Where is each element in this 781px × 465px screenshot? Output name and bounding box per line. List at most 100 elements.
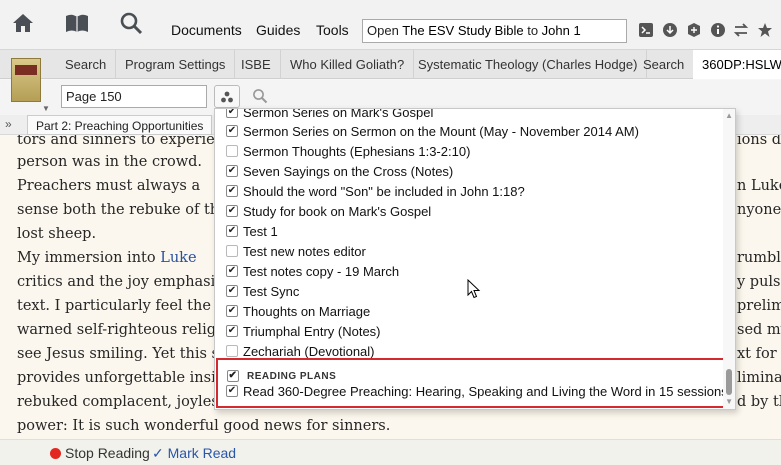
dropdown-scrollbar[interactable]: ▲ ▼ bbox=[723, 109, 735, 409]
text-fragment-right: xt for a bbox=[737, 346, 781, 362]
list-item-label: Zechariah (Devotional) bbox=[243, 343, 375, 359]
main-toolbar: Documents Guides Tools Open The ESV Stud… bbox=[0, 0, 781, 50]
text-fragment-right: nyone bbox=[737, 202, 781, 218]
text-fragment-right: rumbl bbox=[737, 250, 781, 266]
tab-search[interactable]: Search bbox=[56, 50, 117, 79]
library-icon[interactable] bbox=[62, 8, 92, 38]
tab-search-2[interactable]: Search bbox=[634, 50, 695, 79]
text-fragment-right: sed my bbox=[737, 322, 781, 338]
menu-documents[interactable]: Documents bbox=[171, 22, 242, 38]
checkbox[interactable]: ✔ bbox=[226, 125, 238, 137]
list-item[interactable]: Sermon Thoughts (Ephesians 1:3-2:10) bbox=[226, 141, 470, 161]
favorites-star-icon[interactable] bbox=[756, 21, 774, 39]
info-icon[interactable] bbox=[709, 21, 727, 39]
list-item-label: Study for book on Mark's Gospel bbox=[243, 203, 432, 219]
scroll-down-icon[interactable]: ▼ bbox=[725, 397, 733, 406]
tab-program-settings[interactable]: Program Settings bbox=[116, 50, 236, 79]
chevron-down-icon[interactable]: ▼ bbox=[42, 104, 50, 113]
text-line: sense both the rebuke of the bbox=[17, 202, 228, 218]
text-line: rebuked complacent, joyless bbox=[17, 394, 227, 410]
list-item-label: Test new notes editor bbox=[243, 243, 366, 259]
list-item-label: Seven Sayings on the Cross (Notes) bbox=[243, 163, 454, 179]
checkbox[interactable] bbox=[226, 245, 238, 257]
scrollbar-thumb[interactable] bbox=[726, 369, 732, 395]
text-line: warned self-righteous religi bbox=[17, 322, 221, 338]
checkmark-icon: ✓ bbox=[152, 445, 164, 461]
luke-link[interactable]: Luke bbox=[160, 250, 196, 266]
page-reference-input[interactable]: Page 150 bbox=[61, 85, 207, 108]
reading-plan-bar: Stop Reading ✓ Mark Read bbox=[0, 439, 781, 465]
mark-read-label: Mark Read bbox=[167, 445, 237, 461]
scroll-up-icon[interactable]: ▲ bbox=[725, 111, 733, 120]
list-item[interactable]: ✔ Test Sync bbox=[226, 281, 299, 301]
tab-isbe[interactable]: ISBE bbox=[232, 50, 281, 79]
tab-360dp-hslw[interactable]: 360DP:HSLW bbox=[693, 50, 781, 79]
checkbox[interactable]: ✔ bbox=[226, 285, 238, 297]
home-icon[interactable] bbox=[8, 8, 38, 38]
list-item[interactable]: ✔ Triumphal Entry (Notes) bbox=[226, 321, 381, 341]
list-item[interactable]: ✔ Sermon Series on Sermon on the Mount (M… bbox=[226, 121, 639, 141]
mark-read-button[interactable]: ✓ Mark Read bbox=[152, 445, 236, 462]
menu-tools[interactable]: Tools bbox=[316, 22, 349, 38]
list-item[interactable]: ✔ Seven Sayings on the Cross (Notes) bbox=[226, 161, 454, 181]
tab-systematic-theology[interactable]: Systematic Theology (Charles Hodge) bbox=[409, 50, 648, 79]
list-item-label: Thoughts on Marriage bbox=[243, 303, 371, 319]
download-icon[interactable] bbox=[661, 21, 679, 39]
go-box-mid: to bbox=[523, 23, 542, 38]
list-item[interactable]: ✔ Sermon Series on Mark's Gospel bbox=[226, 108, 434, 122]
checkbox[interactable]: ✔ bbox=[226, 109, 238, 118]
sync-icon[interactable] bbox=[732, 21, 750, 39]
text-fragment-right: ions de bbox=[737, 135, 781, 148]
text-fragment-start: n Luke bbox=[737, 178, 781, 194]
checkbox[interactable]: ✔ bbox=[226, 165, 238, 177]
list-item[interactable]: ✔ Test notes copy - 19 March bbox=[226, 261, 399, 281]
tab-who-killed-goliath[interactable]: Who Killed Goliath? bbox=[281, 50, 415, 79]
checkbox[interactable]: ✔ bbox=[226, 225, 238, 237]
panel-tab-bar: Search Program Settings ISBE Who Killed … bbox=[0, 50, 781, 79]
menu-guides[interactable]: Guides bbox=[256, 22, 300, 38]
reading-plan-label: Read 360-Degree Preaching: Hearing, Spea… bbox=[243, 383, 728, 399]
text-line: power: It is such wonderful good news fo… bbox=[17, 418, 391, 434]
checkbox[interactable] bbox=[226, 145, 238, 157]
text-fragment-right: n Luke bbox=[737, 174, 781, 198]
visual-filter-dropdown: ✔ Sermon Series on Mark's Gospel ✔ Sermon … bbox=[214, 108, 736, 410]
go-box-book: The ESV Study Bible bbox=[402, 23, 524, 38]
command-icon[interactable] bbox=[637, 21, 655, 39]
checkbox[interactable]: ✔ bbox=[226, 325, 238, 337]
text-line: critics and the joy emphasiz bbox=[17, 274, 223, 290]
checkbox[interactable]: ✔ bbox=[226, 185, 238, 197]
expand-toc-icon[interactable]: » bbox=[5, 117, 12, 131]
search-icon[interactable] bbox=[116, 8, 146, 38]
list-item-label: Triumphal Entry (Notes) bbox=[243, 323, 381, 339]
list-item[interactable]: ✔ Should the word "Son" be included in Jo… bbox=[226, 181, 525, 201]
book-cover-thumbnail[interactable] bbox=[11, 58, 41, 102]
text-line: see Jesus smiling. Yet this s bbox=[17, 346, 220, 362]
checkbox[interactable] bbox=[226, 345, 238, 357]
list-item-label: Sermon Series on Mark's Gospel bbox=[243, 108, 434, 120]
go-box[interactable]: Open The ESV Study Bible to John 1 bbox=[362, 19, 627, 43]
find-in-resource-icon[interactable] bbox=[252, 88, 268, 107]
section-label: READING PLANS bbox=[247, 370, 337, 382]
checkbox[interactable]: ✔ bbox=[226, 385, 238, 397]
text-line: My immersion into Luke bbox=[17, 246, 197, 270]
list-item[interactable]: ✔ Thoughts on Marriage bbox=[226, 301, 371, 321]
checkbox[interactable]: ✔ bbox=[226, 205, 238, 217]
text-fragment-right: prelim bbox=[737, 298, 781, 314]
reading-plan-item[interactable]: ✔ Read 360-Degree Preaching: Hearing, Spe… bbox=[226, 381, 728, 401]
text-line: lost sheep. bbox=[17, 226, 97, 242]
list-item[interactable]: ✔ Study for book on Mark's Gospel bbox=[226, 201, 432, 221]
section-checkbox[interactable]: ✔ bbox=[227, 370, 239, 382]
list-item-label: Test 1 bbox=[243, 223, 278, 239]
text-line-start: My immersion into bbox=[17, 250, 161, 266]
layout-icon[interactable] bbox=[685, 21, 703, 39]
list-item[interactable]: Test new notes editor bbox=[226, 241, 366, 261]
stop-reading-label: Stop Reading bbox=[65, 445, 150, 461]
text-fragment-right: d by thi bbox=[737, 394, 781, 410]
stop-reading-button[interactable]: Stop Reading bbox=[50, 445, 150, 461]
list-item[interactable]: ✔ Test 1 bbox=[226, 221, 278, 241]
checkbox[interactable]: ✔ bbox=[226, 305, 238, 317]
breadcrumb-part[interactable]: Part 2: Preaching Opportunities bbox=[27, 115, 213, 135]
text-line: Preachers must always a bbox=[17, 178, 201, 194]
parallel-resources-icon[interactable] bbox=[214, 85, 240, 108]
checkbox[interactable]: ✔ bbox=[226, 265, 238, 277]
